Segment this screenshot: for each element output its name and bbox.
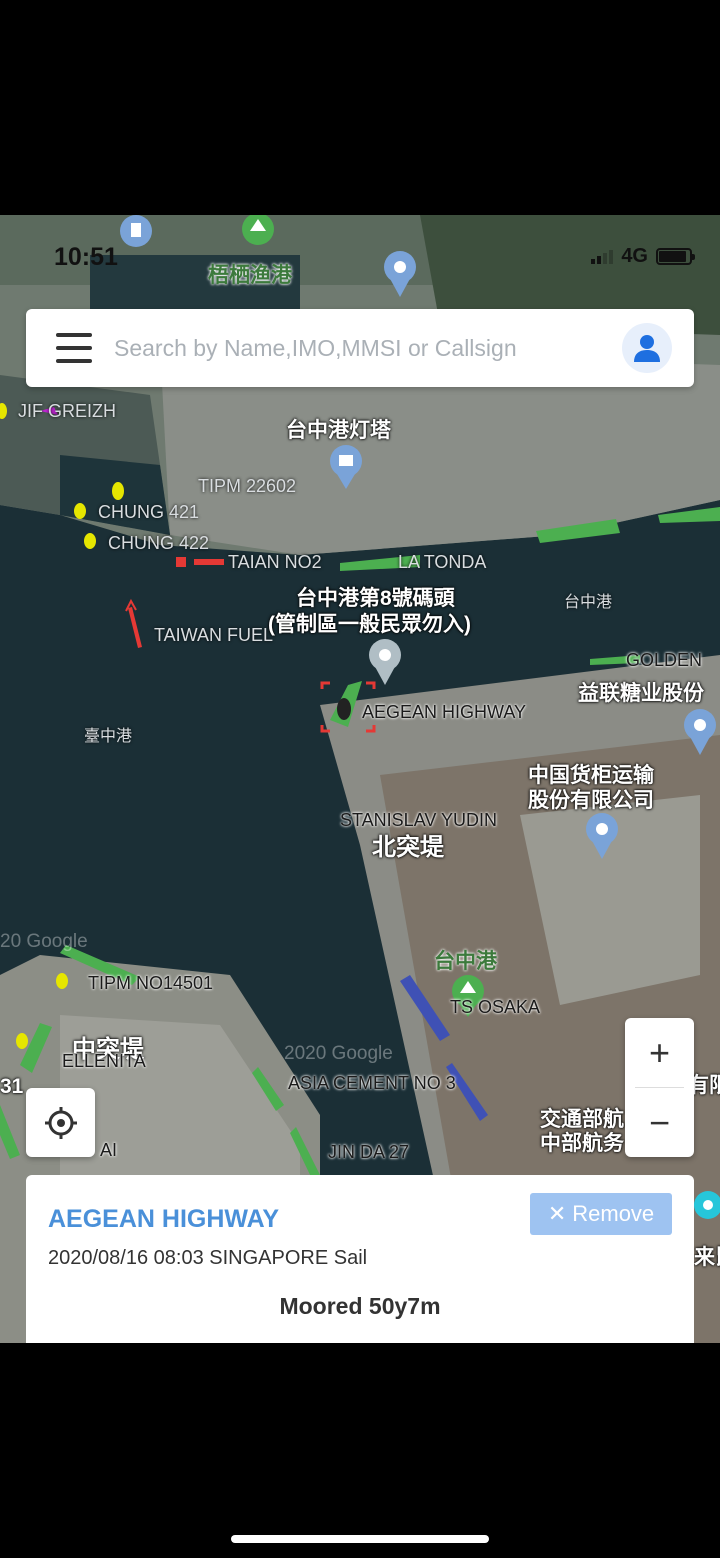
vessel-status: Moored 50y7m: [279, 1293, 441, 1319]
vessel-label[interactable]: CHUNG 422: [108, 533, 209, 554]
vessel-label[interactable]: TIPM 22602: [198, 476, 296, 497]
vessel-label[interactable]: TAIWAN FUEL: [154, 625, 273, 646]
place-label-taichung-water: 臺中港: [84, 728, 133, 745]
crosshair-icon: [44, 1106, 77, 1139]
user-avatar-button[interactable]: [622, 323, 672, 373]
vessel-name[interactable]: AEGEAN HIGHWAY: [48, 1205, 279, 1234]
place-label-transport-line2: 中部航务: [540, 1132, 624, 1155]
vessel-label[interactable]: ASIA CEMENT NO 3: [288, 1073, 456, 1094]
search-bar: [26, 309, 694, 387]
place-label-wharf-line2: (管制區一般民眾勿入): [268, 613, 471, 636]
vessel-label[interactable]: STANISLAV YUDIN: [340, 810, 497, 831]
place-label-left-edge-1: 31: [0, 1075, 24, 1098]
map-watermark: 20 Google: [0, 931, 88, 952]
locate-me-button[interactable]: [26, 1088, 95, 1157]
search-input[interactable]: [114, 334, 622, 362]
vessel-label[interactable]: GOLDEN: [626, 650, 702, 671]
zoom-out-button[interactable]: −: [625, 1088, 694, 1157]
place-label-port-water: 台中港: [564, 594, 613, 611]
network-type: 4G: [621, 245, 648, 267]
zoom-controls: + −: [625, 1018, 694, 1157]
place-label-lighthouse: 台中港灯塔: [286, 419, 391, 442]
zoom-in-button[interactable]: +: [625, 1018, 694, 1087]
place-label-yilian-sugar: 益联糖业股份: [578, 682, 704, 705]
remove-button[interactable]: ✕ Remove: [530, 1193, 672, 1235]
signal-icon: [591, 249, 614, 264]
status-time: 10:51: [54, 243, 118, 271]
vessel-label[interactable]: ELLENITA: [62, 1051, 146, 1072]
close-icon: ✕: [547, 1201, 567, 1226]
vessel-label-selected[interactable]: AEGEAN HIGHWAY: [362, 702, 526, 723]
status-indicators: 4G: [591, 245, 695, 268]
vessel-label[interactable]: AI: [100, 1140, 117, 1161]
remove-button-label: Remove: [572, 1201, 655, 1226]
vessel-label[interactable]: TIPM NO14501: [88, 973, 213, 994]
place-label-north-breakwater: 北突堤: [372, 834, 444, 861]
vessel-label[interactable]: JIN DA 27: [328, 1142, 409, 1163]
vessel-label[interactable]: LA TONDA: [398, 552, 486, 573]
map-view[interactable]: 梧栖渔港 台中港灯塔 台中港第8號碼頭 (管制區一般民眾勿入) 台中港 臺中港 …: [0, 215, 720, 1343]
map-watermark: 2020 Google: [284, 1043, 393, 1064]
vessel-label[interactable]: TAIAN NO2: [228, 552, 322, 573]
vessel-voyage-detail: 2020/08/16 08:03 SINGAPORE Sail: [48, 1247, 368, 1269]
home-indicator[interactable]: [231, 1535, 489, 1543]
place-label-right-edge-2: 来昆: [694, 1246, 720, 1269]
vessel-label[interactable]: CHUNG 421: [98, 502, 199, 523]
menu-icon[interactable]: [56, 333, 92, 363]
vessel-label[interactable]: TS OSAKA: [450, 997, 540, 1018]
vessel-info-card[interactable]: AEGEAN HIGHWAY ✕ Remove 2020/08/16 08:03…: [26, 1175, 694, 1343]
vessel-label[interactable]: JIF GREIZH: [18, 401, 116, 422]
place-label-fishing-port: 梧栖渔港: [208, 264, 292, 287]
place-label-taichung-port: 台中港: [434, 950, 497, 973]
battery-icon: [656, 248, 695, 265]
fuel-pin-icon[interactable]: [120, 215, 152, 247]
user-icon: [634, 335, 660, 362]
place-label-container-line2: 股份有限公司: [528, 789, 654, 812]
